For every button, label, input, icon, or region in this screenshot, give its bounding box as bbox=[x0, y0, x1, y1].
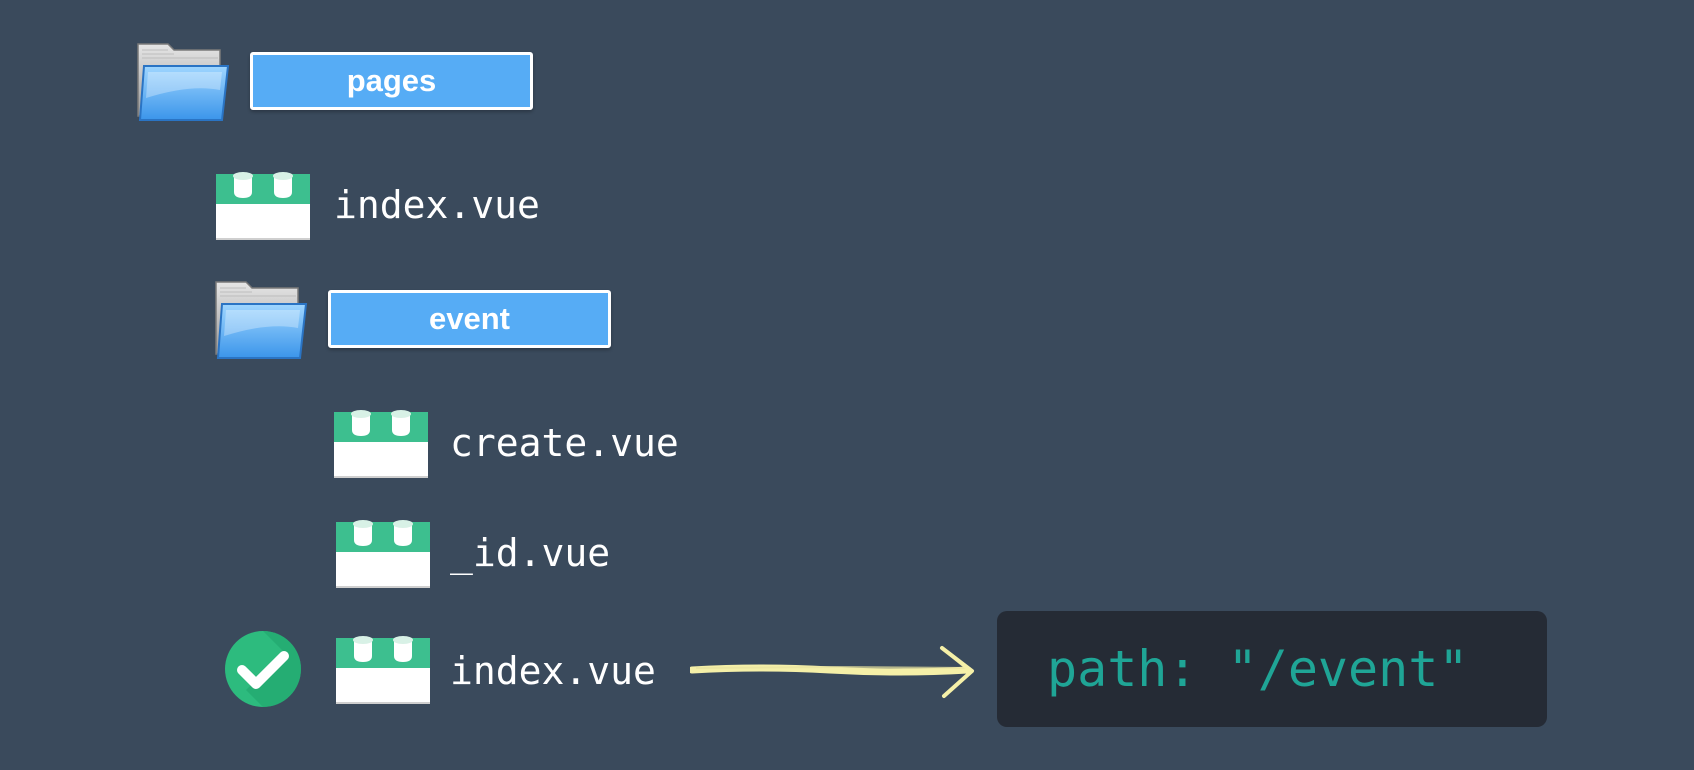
vue-file-icon bbox=[336, 632, 430, 704]
folder-icon bbox=[134, 38, 230, 124]
vue-file-icon bbox=[216, 168, 310, 240]
arrow-right-icon bbox=[690, 640, 980, 700]
file-label-root-index[interactable]: index.vue bbox=[334, 186, 540, 224]
check-circle-icon bbox=[224, 630, 302, 708]
route-path-code: path: "/event" bbox=[1047, 640, 1469, 698]
vue-file-icon bbox=[336, 516, 430, 588]
folder-icon bbox=[212, 276, 308, 362]
folder-label-pages[interactable]: pages bbox=[250, 52, 533, 110]
file-label-create[interactable]: create.vue bbox=[450, 424, 679, 462]
vue-file-icon bbox=[334, 406, 428, 478]
folder-label-event[interactable]: event bbox=[328, 290, 611, 348]
route-code-box: path: "/event" bbox=[997, 611, 1547, 727]
file-label-id[interactable]: _id.vue bbox=[450, 534, 610, 572]
file-label-event-index[interactable]: index.vue bbox=[450, 652, 656, 690]
